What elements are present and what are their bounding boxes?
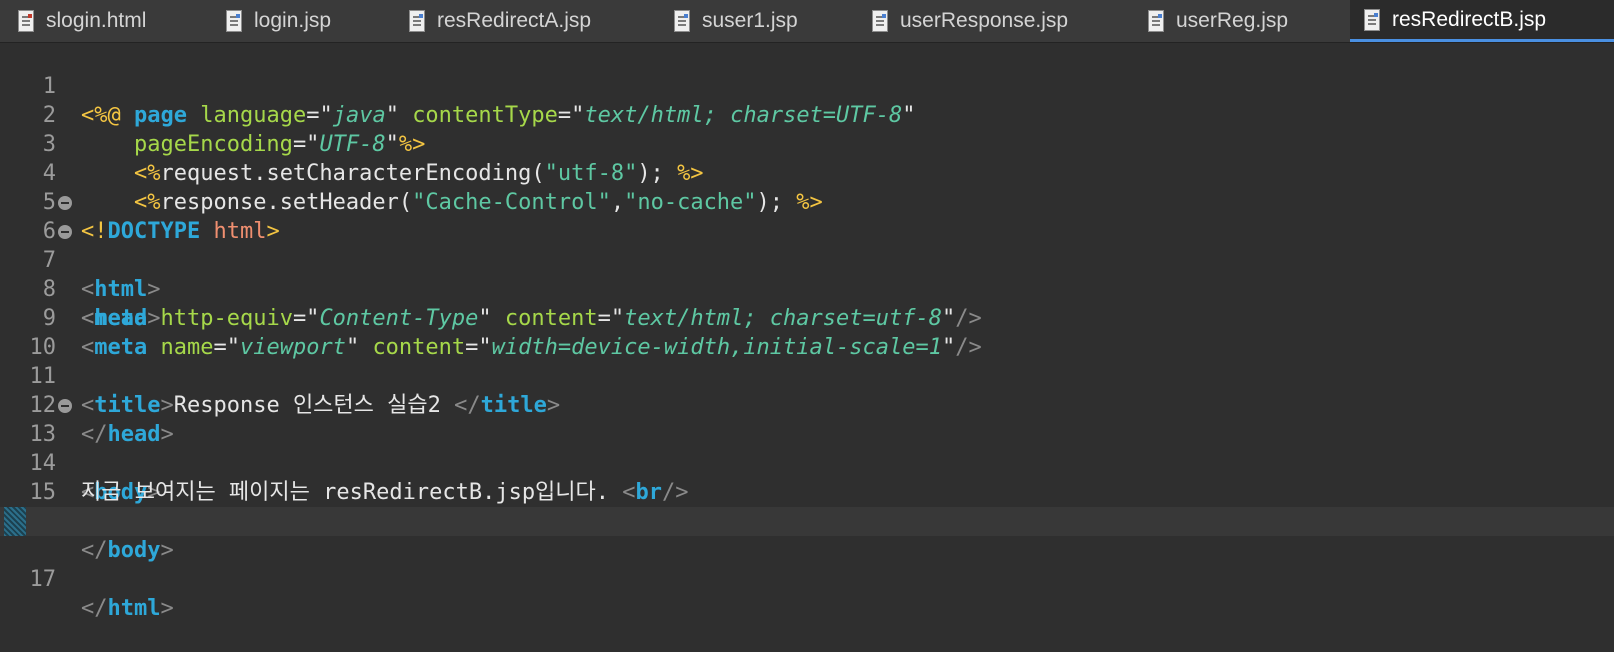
html-file-icon xyxy=(18,10,34,32)
jsp-file-icon xyxy=(1148,10,1164,32)
tab-label: suser1.jsp xyxy=(702,9,798,32)
code-line: 11 <title>Response 인스턴스 실습2 </title> xyxy=(0,333,1614,418)
code-line: 13 <body> xyxy=(0,391,1614,505)
tab-label: login.jsp xyxy=(254,9,332,32)
code-text: </html> xyxy=(81,596,174,621)
fold-collapse-icon[interactable] xyxy=(58,225,72,239)
code-line: 14 지금 보여지는 페이지는 resRedirectB.jsp입니다. <br… xyxy=(0,420,1614,505)
current-line-marker-icon xyxy=(4,507,26,536)
editor-tab-bar: slogin.html login.jsp resRedirectA.jsp s… xyxy=(0,0,1614,43)
code-line: 1 <%@ page language="java" contentType="… xyxy=(0,43,1614,128)
tab-suser1-jsp[interactable]: suser1.jsp xyxy=(674,0,798,42)
tab-userresponse-jsp[interactable]: userResponse.jsp xyxy=(872,0,1068,42)
code-text: </body> xyxy=(81,538,174,563)
tab-userreg-jsp[interactable]: userReg.jsp xyxy=(1148,0,1288,42)
tab-label: slogin.html xyxy=(46,9,147,32)
tab-resredirecta-jsp[interactable]: resRedirectA.jsp xyxy=(409,0,591,42)
code-line: 15 xyxy=(0,449,1614,505)
code-line: 12 </head> xyxy=(0,362,1614,447)
tab-label: resRedirectA.jsp xyxy=(437,9,592,32)
code-line: 4 <%response.setHeader("Cache-Control","… xyxy=(0,130,1614,215)
tab-label: userResponse.jsp xyxy=(900,9,1069,32)
code-line: 5 <!DOCTYPE html> xyxy=(0,159,1614,244)
code-line: 7 <head> xyxy=(0,217,1614,331)
tab-label: resRedirectB.jsp xyxy=(1392,7,1547,31)
code-line: 6 <html> xyxy=(0,188,1614,302)
jsp-file-icon xyxy=(674,10,690,32)
fold-collapse-icon[interactable] xyxy=(58,399,72,413)
code-line: 9 <meta name="viewport" content="width=d… xyxy=(0,275,1614,360)
tab-slogin-html[interactable]: slogin.html xyxy=(18,0,146,42)
tab-label: userReg.jsp xyxy=(1176,9,1289,32)
code-line-current: 17 </html> xyxy=(0,507,1614,621)
code-line: 2 pageEncoding="UTF-8"%> xyxy=(0,72,1614,157)
tab-login-jsp[interactable]: login.jsp xyxy=(226,0,331,42)
jsp-file-icon xyxy=(1364,8,1380,31)
code-line: 16 </body> xyxy=(0,478,1614,563)
code-line: 3 <%request.setCharacterEncoding("utf-8"… xyxy=(0,101,1614,186)
code-editor[interactable]: 1 <%@ page language="java" contentType="… xyxy=(0,43,1614,621)
code-line: 10 xyxy=(0,304,1614,360)
code-line: 8 <meta http-equiv="Content-Type" conten… xyxy=(0,246,1614,331)
line-number: 17 xyxy=(29,567,57,592)
tab-resredirectb-jsp[interactable]: resRedirectB.jsp xyxy=(1350,0,1614,42)
fold-collapse-icon[interactable] xyxy=(58,196,72,210)
jsp-file-icon xyxy=(872,10,888,32)
jsp-file-icon xyxy=(226,10,242,32)
jsp-file-icon xyxy=(409,10,425,32)
